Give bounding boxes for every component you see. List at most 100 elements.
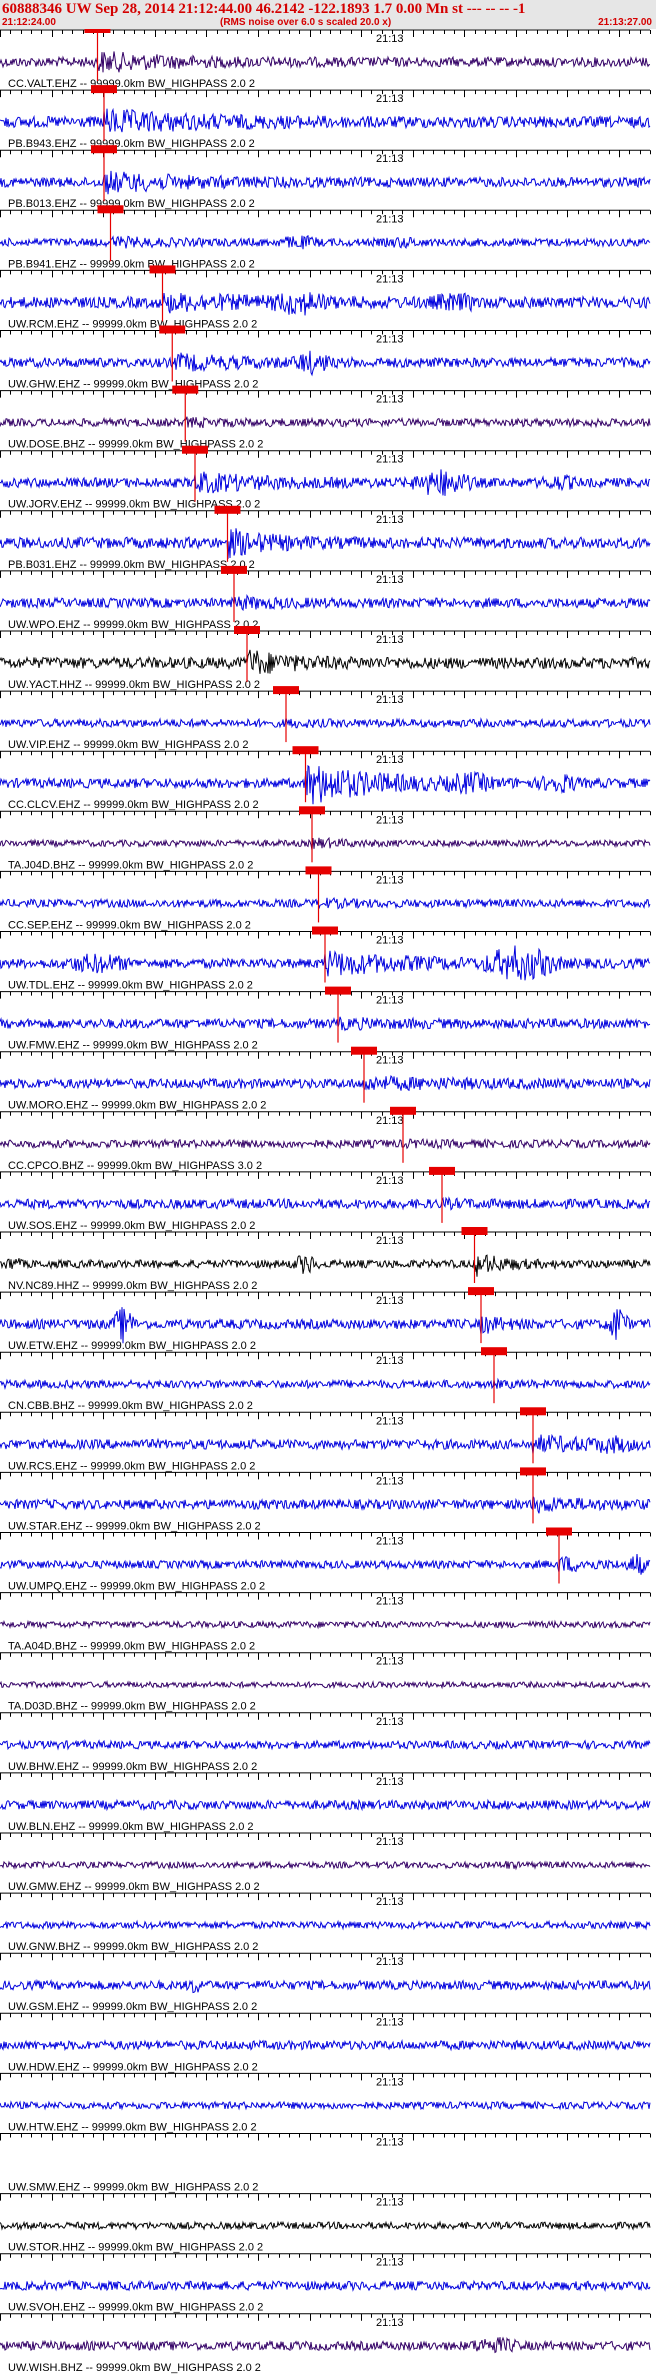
time-marker-label: 21:13 [376, 2076, 404, 2088]
trace-row: 21:13 NV.NC89.HHZ -- 99999.0km BW_HIGHPAS… [0, 1227, 651, 1292]
waveform [0, 1798, 651, 1812]
station-label: TA.J04D.BHZ -- 99999.0km BW_HIGHPASS 2.0… [8, 859, 253, 871]
pick-flag [292, 746, 319, 755]
time-marker-label: 21:13 [376, 1716, 404, 1728]
pick-flag [214, 505, 241, 514]
pick-flag [159, 325, 186, 334]
waveform [0, 1978, 651, 1994]
trace-row: 21:13 UW.WPO.EHZ -- 99999.0km BW_HIGHPASS… [0, 565, 651, 631]
trace-row: 21:13 UW.WISH.BHZ -- 99999.0km BW_HIGHPAS… [0, 2313, 651, 2374]
trace-row: 21:13 PB.B941.EHZ -- 99999.0km BW_HIGHPAS… [0, 205, 651, 270]
waveform [0, 292, 651, 316]
time-marker-label: 21:13 [376, 153, 404, 165]
waveform [0, 2336, 651, 2354]
waveform [0, 1494, 651, 1514]
time-marker-label: 21:13 [376, 2317, 404, 2329]
time-marker-label: 21:13 [376, 1656, 404, 1668]
station-label: UW.STOR.HHZ -- 99999.0km BW_HIGHPASS 2.0… [8, 2242, 263, 2254]
time-marker-label: 21:13 [376, 814, 404, 826]
pick-flag [84, 29, 111, 33]
time-marker-label: 21:13 [376, 454, 404, 466]
waveform [0, 1254, 651, 1277]
station-label: NV.NC89.HHZ -- 99999.0km BW_HIGHPASS 2.0… [8, 1280, 257, 1292]
trace-row: 21:13 UW.YACT.HHZ -- 99999.0km BW_HIGHPAS… [0, 626, 651, 691]
time-marker-label: 21:13 [376, 1235, 404, 1247]
trace-row: 21:13 UW.GHW.EHZ -- 99999.0km BW_HIGHPASS… [0, 325, 651, 391]
waveform [0, 1377, 651, 1391]
station-label: UW.DOSE.BHZ -- 99999.0km BW_HIGHPASS 2.0… [8, 439, 263, 451]
trace-row: 21:13 CC.CPCO.BHZ -- 99999.0km BW_HIGHPAS… [0, 1106, 651, 1172]
pick-flag [299, 806, 325, 815]
trace-row: 21:13 TA.A04D.BHZ -- 99999.0km BW_HIGHPAS… [0, 1592, 651, 1653]
time-marker-label: 21:13 [376, 1355, 404, 1367]
pick-flag [520, 1407, 546, 1416]
pick-flag [149, 265, 176, 274]
station-label: UW.MORO.EHZ -- 99999.0km BW_HIGHPASS 2.0… [8, 1100, 266, 1112]
time-marker-label: 21:13 [376, 334, 404, 346]
time-marker-label: 21:13 [376, 574, 404, 586]
station-label: PB.B943.EHZ -- 99999.0km BW_HIGHPASS 2.0… [8, 138, 255, 150]
station-label: UW.FMW.EHZ -- 99999.0km BW_HIGHPASS 2.0 … [8, 1040, 258, 1052]
trace-row: 21:13 CN.CBB.BHZ -- 99999.0km BW_HIGHPASS… [0, 1347, 651, 1412]
trace-row: 21:13 CC.CLCV.EHZ -- 99999.0km BW_HIGHPAS… [0, 746, 651, 811]
pick-flag [312, 926, 338, 935]
station-label: UW.UMPQ.EHZ -- 99999.0km BW_HIGHPASS 2.0… [8, 1581, 265, 1593]
trace-panel: 21:13 CC.VALT.EHZ -- 99999.0km BW_HIGHPAS… [0, 29, 651, 2374]
pick-flag [273, 686, 299, 695]
time-marker-label: 21:13 [376, 1115, 404, 1127]
waveform [0, 1075, 651, 1092]
station-label: TA.D03D.BHZ -- 99999.0km BW_HIGHPASS 2.0… [8, 1701, 256, 1713]
waveform [0, 2220, 651, 2231]
trace-row: 21:13 PB.B013.EHZ -- 99999.0km BW_HIGHPAS… [0, 145, 651, 210]
station-label: CC.VALT.EHZ -- 99999.0km BW_HIGHPASS 2.0… [8, 78, 255, 90]
pick-flag [305, 866, 332, 875]
time-marker-label: 21:13 [376, 213, 404, 225]
station-label: UW.STAR.EHZ -- 99999.0km BW_HIGHPASS 2.0… [8, 1520, 261, 1532]
trace-row: 21:13 TA.D03D.BHZ -- 99999.0km BW_HIGHPAS… [0, 1652, 651, 1713]
time-marker-label: 21:13 [376, 874, 404, 886]
trace-row: 21:13 UW.RCM.EHZ -- 99999.0km BW_HIGHPASS… [0, 265, 651, 330]
waveform [0, 1553, 651, 1575]
pick-flag [520, 1467, 546, 1476]
trace-row: 21:13 PB.B031.EHZ -- 99999.0km BW_HIGHPAS… [0, 505, 651, 571]
trace-row: 21:13 TA.J04D.BHZ -- 99999.0km BW_HIGHPAS… [0, 806, 651, 871]
station-label: UW.HTW.EHZ -- 99999.0km BW_HIGHPASS 2.0 … [8, 2121, 257, 2133]
station-label: CC.CPCO.BHZ -- 99999.0km BW_HIGHPASS 3.0… [8, 1160, 262, 1172]
trace-row: 21:13 UW.GMW.EHZ -- 99999.0km BW_HIGHPASS… [0, 1832, 651, 1893]
time-marker-label: 21:13 [376, 2016, 404, 2028]
time-marker-label: 21:13 [376, 995, 404, 1007]
station-label: UW.ETW.EHZ -- 99999.0km BW_HIGHPASS 2.0 … [8, 1340, 256, 1352]
trace-row: 21:13 UW.BLN.EHZ -- 99999.0km BW_HIGHPASS… [0, 1772, 651, 1833]
pick-flag [182, 445, 208, 454]
station-label: UW.HDW.EHZ -- 99999.0km BW_HIGHPASS 2.0 … [8, 2061, 258, 2073]
waveform [0, 2039, 651, 2052]
station-label: UW.SOS.EHZ -- 99999.0km BW_HIGHPASS 2.0 … [8, 1220, 255, 1232]
trace-row: 21:13 PB.B943.EHZ -- 99999.0km BW_HIGHPAS… [0, 85, 651, 150]
trace-row: 21:13 UW.ETW.EHZ -- 99999.0km BW_HIGHPASS… [0, 1287, 651, 1352]
trace-row: 21:13 UW.STOR.HHZ -- 99999.0km BW_HIGHPAS… [0, 2193, 651, 2254]
waveform [0, 528, 651, 559]
time-marker-label: 21:13 [376, 1836, 404, 1848]
pick-flag [351, 1046, 377, 1055]
time-marker-label: 21:13 [376, 1475, 404, 1487]
waveform [0, 1739, 651, 1751]
pick-flag [468, 1287, 494, 1296]
time-marker-label: 21:13 [376, 2257, 404, 2269]
trace-row: 21:13 UW.UMPQ.EHZ -- 99999.0km BW_HIGHPAS… [0, 1527, 651, 1593]
station-label: CN.CBB.BHZ -- 99999.0km BW_HIGHPASS 2.0 … [8, 1400, 253, 1412]
pick-flag [234, 626, 260, 634]
station-label: PB.B013.EHZ -- 99999.0km BW_HIGHPASS 2.0… [8, 198, 255, 210]
trace-row: 21:13 UW.FMW.EHZ -- 99999.0km BW_HIGHPASS… [0, 986, 651, 1052]
pick-flag [390, 1106, 416, 1115]
station-label: UW.GHW.EHZ -- 99999.0km BW_HIGHPASS 2.0 … [8, 379, 258, 391]
station-label: PB.B031.EHZ -- 99999.0km BW_HIGHPASS 2.0… [8, 559, 255, 571]
time-marker-label: 21:13 [376, 514, 404, 526]
pick-flag [91, 85, 117, 94]
station-label: UW.RCM.EHZ -- 99999.0km BW_HIGHPASS 2.0 … [8, 318, 257, 330]
waveform [0, 350, 651, 377]
time-marker-label: 21:13 [376, 273, 404, 285]
waveform [0, 107, 651, 133]
waveform [0, 416, 651, 429]
trace-row: 21:13 UW.RCS.EHZ -- 99999.0km BW_HIGHPASS… [0, 1407, 651, 1472]
station-label: UW.YACT.HHZ -- 99999.0km BW_HIGHPASS 2.0… [8, 679, 260, 691]
